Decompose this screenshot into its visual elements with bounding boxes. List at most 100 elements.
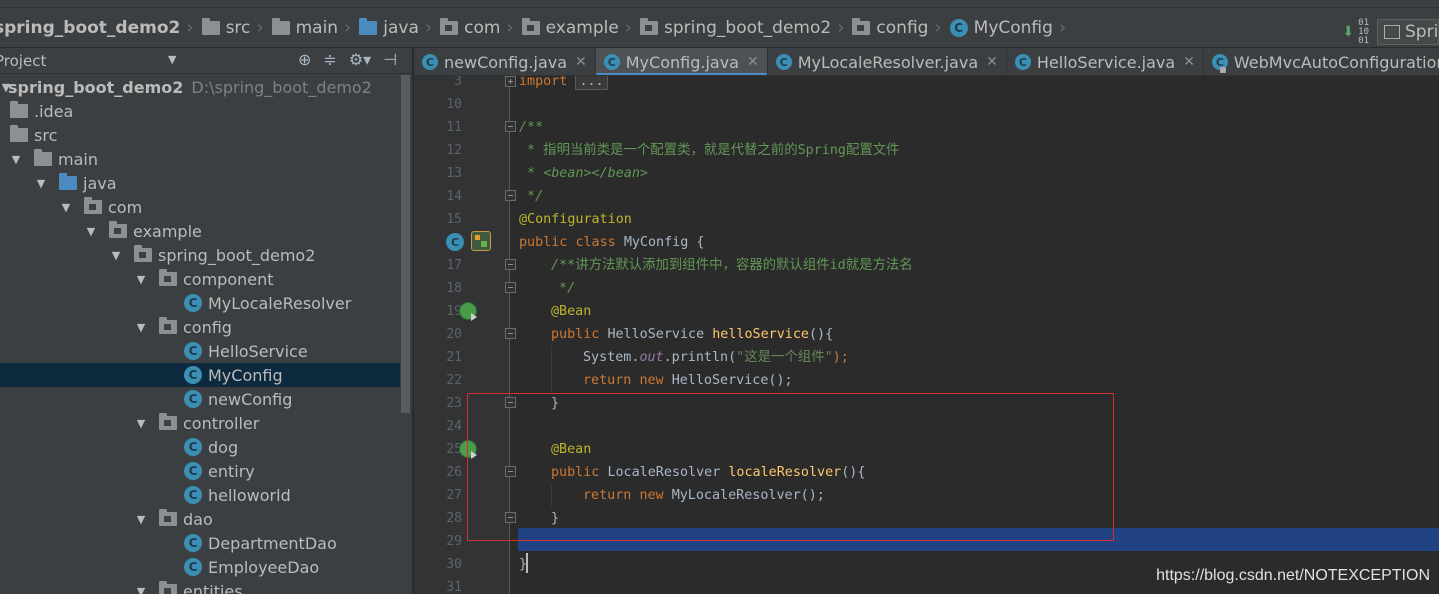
collapse-arrow-icon[interactable]: ▼: [135, 273, 147, 286]
breadcrumb-myconfig[interactable]: C MyConfig: [949, 8, 1053, 47]
code-editor[interactable]: 3 10 11 12 13 14 15 16 17 18 19 20 21 22…: [414, 76, 1439, 594]
breadcrumb-config[interactable]: config: [852, 8, 928, 47]
tree-item-helloworld[interactable]: C helloworld: [0, 483, 400, 507]
tab-helloservice[interactable]: C HelloService.java ✕: [1007, 48, 1204, 75]
tree-item-spring-boot-demo2[interactable]: ▼ spring_boot_demo2: [0, 243, 400, 267]
tree-item-dog[interactable]: C dog: [0, 435, 400, 459]
tree-item-employeedao[interactable]: C EmployeeDao: [0, 555, 400, 579]
source-folder-icon: [359, 17, 378, 35]
line-number: 26: [446, 465, 462, 480]
tree-item-example[interactable]: ▼ example: [0, 219, 400, 243]
tree-item-label: src: [34, 125, 58, 145]
tree-item-label: main: [58, 149, 98, 169]
code-line-11: /**: [519, 116, 543, 139]
close-icon[interactable]: ✕: [1183, 54, 1195, 70]
breadcrumb-label: spring_boot_demo2: [664, 17, 832, 38]
folded-imports[interactable]: ...: [575, 76, 608, 90]
spring-diagram-icon[interactable]: [471, 231, 491, 251]
project-panel-title[interactable]: Project: [0, 52, 46, 70]
tree-item-controller[interactable]: ▼ controller: [0, 411, 400, 435]
collapse-arrow-icon[interactable]: ▼: [135, 513, 147, 526]
tab-webmvcautoconfiguration[interactable]: C WebMvcAutoConfiguration.java ✕: [1204, 48, 1439, 75]
breadcrumb-src[interactable]: src: [201, 8, 250, 47]
tab-myconfig[interactable]: C MyConfig.java ✕: [595, 48, 768, 75]
close-icon[interactable]: ✕: [747, 54, 759, 70]
fold-collapse-icon[interactable]: [505, 328, 516, 339]
gear-icon[interactable]: ⚙▾: [349, 50, 371, 69]
tab-label: HelloService.java: [1036, 52, 1176, 72]
tree-item-dao[interactable]: ▼ dao: [0, 507, 400, 531]
class-gutter-icon[interactable]: C: [446, 233, 464, 251]
close-icon[interactable]: ✕: [986, 54, 998, 70]
breadcrumb-java[interactable]: java: [359, 8, 419, 47]
hide-panel-icon[interactable]: ⊣: [383, 50, 397, 69]
highlight-annotation-box: [467, 393, 1114, 541]
dropdown-arrow-icon[interactable]: ▼: [168, 53, 176, 66]
doc-comment: */: [519, 189, 544, 204]
breadcrumb-main[interactable]: main: [271, 8, 338, 47]
collapse-arrow-icon[interactable]: ▼: [10, 153, 22, 166]
tree-item-root[interactable]: ▼ spring_boot_demo2 D:\spring_boot_demo2: [0, 75, 400, 99]
tree-item-idea[interactable]: .idea: [0, 99, 400, 123]
annotation: @Configuration: [519, 212, 632, 227]
tab-newconfig[interactable]: C newConfig.java ✕: [414, 48, 596, 75]
binary-icon[interactable]: 01 10 01: [1358, 18, 1369, 46]
tree-item-entiry[interactable]: C entiry: [0, 459, 400, 483]
tree-item-src[interactable]: src: [0, 123, 400, 147]
tree-item-label: MyConfig: [208, 365, 283, 385]
folder-icon: [10, 101, 28, 118]
collapse-all-icon[interactable]: ≑: [323, 50, 336, 69]
collapse-arrow-icon[interactable]: ▼: [135, 417, 147, 430]
collapse-arrow-icon[interactable]: ▼: [135, 321, 147, 334]
bean-icon[interactable]: [459, 302, 477, 321]
tree-item-newconfig[interactable]: C newConfig: [0, 387, 400, 411]
tab-mylocaleresolver[interactable]: C MyLocaleResolver.java ✕: [768, 48, 1007, 75]
code-line-13: * <bean></bean>: [519, 162, 648, 185]
tree-item-label: controller: [183, 413, 260, 433]
fold-collapse-icon[interactable]: [505, 282, 516, 293]
tree-item-helloservice[interactable]: C HelloService: [0, 339, 400, 363]
collapse-arrow-icon[interactable]: ▼: [85, 225, 97, 238]
breadcrumb-com[interactable]: com: [440, 8, 500, 47]
collapse-arrow-icon[interactable]: ▼: [35, 177, 47, 190]
fold-collapse-icon[interactable]: [505, 190, 516, 201]
breadcrumb-label: com: [464, 17, 501, 38]
collapse-arrow-icon[interactable]: ▼: [135, 585, 147, 594]
project-tree: ▼ spring_boot_demo2 D:\spring_boot_demo2…: [0, 75, 400, 594]
update-arrow-icon[interactable]: ⬇: [1342, 24, 1354, 40]
tree-item-myconfig[interactable]: C MyConfig: [0, 363, 400, 387]
punctuation: );: [832, 350, 849, 365]
tree-item-label: config: [183, 317, 232, 337]
scrollbar-thumb[interactable]: [401, 75, 410, 413]
keyword: new: [639, 373, 664, 388]
tree-item-component[interactable]: ▼ component: [0, 267, 400, 291]
keyword: public: [551, 327, 600, 342]
tree-item-config[interactable]: ▼ config: [0, 315, 400, 339]
line-number: 20: [446, 327, 462, 342]
fold-collapse-icon[interactable]: [505, 121, 516, 132]
tree-item-departmentdao[interactable]: C DepartmentDao: [0, 531, 400, 555]
run-configuration-select[interactable]: Spring: [1377, 19, 1439, 45]
breadcrumb-project[interactable]: spring_boot_demo2: [0, 8, 180, 47]
collapse-arrow-icon[interactable]: ▼: [60, 201, 72, 214]
tree-scrollbar[interactable]: [400, 75, 411, 594]
navigation-bar: spring_boot_demo2 › src › main › java › …: [0, 8, 1439, 48]
static-field: out: [639, 350, 664, 365]
locate-icon[interactable]: ⊕: [298, 50, 311, 69]
tree-item-entities[interactable]: ▼ entities: [0, 579, 400, 594]
fold-collapse-icon[interactable]: [505, 259, 516, 270]
tree-item-java[interactable]: ▼ java: [0, 171, 400, 195]
code-line-22: return new HelloService();: [583, 369, 793, 392]
breadcrumb-example[interactable]: example: [521, 8, 619, 47]
tree-item-mylocaleresolver[interactable]: C MyLocaleResolver: [0, 291, 400, 315]
tree-item-main[interactable]: ▼ main: [0, 147, 400, 171]
breadcrumb-spring-boot-demo2[interactable]: spring_boot_demo2: [640, 8, 831, 47]
code-line-15: @Configuration: [519, 208, 632, 231]
breadcrumb-label: java: [383, 17, 419, 38]
tree-item-com[interactable]: ▼ com: [0, 195, 400, 219]
panel-toolbar: ⊕ ≑ ⚙▾ ⊣: [298, 50, 397, 69]
fold-expand-icon[interactable]: [505, 76, 516, 87]
collapse-arrow-icon[interactable]: ▼: [110, 249, 122, 262]
close-icon[interactable]: ✕: [575, 54, 587, 70]
breadcrumb-separator-icon: ›: [256, 17, 264, 38]
